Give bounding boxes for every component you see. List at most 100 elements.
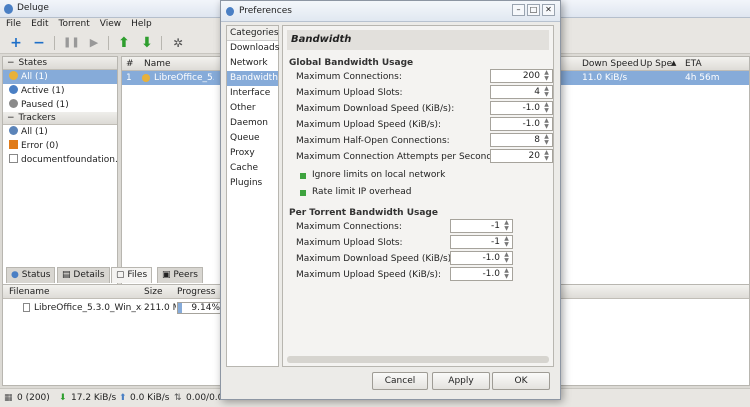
spin-arrows-icon[interactable]: ▲ ▼ [502,252,511,264]
global-connection-attempts-label: Maximum Connection Attempts per Second: [296,152,496,162]
global-max-connections-label: Maximum Connections: [296,72,402,82]
deluge-app-icon [226,7,234,16]
menu-file[interactable]: File [0,18,25,29]
file-row[interactable]: LibreOffice_5.3.0_Win_x86 211.0 M 9.14% [3,301,223,315]
category-network[interactable]: Network [227,56,278,71]
category-plugins[interactable]: Plugins [227,176,278,191]
tab-details[interactable]: ▤ Details [57,267,110,283]
torrent-state-icon [142,74,150,82]
rate-limit-ip-overhead-checkbox[interactable] [300,190,306,196]
file-progress-text: 9.14% [191,303,220,313]
active-icon [9,85,18,94]
col-name[interactable]: Name [144,59,171,69]
preferences-button[interactable]: ✲ [170,35,186,51]
sidebar-item-all[interactable]: All (1) [3,70,117,84]
category-downloads[interactable]: Downloads [227,41,279,56]
protocol-traffic-icon: ⇅ [174,393,182,403]
apply-button[interactable]: Apply [432,372,490,390]
states-header[interactable]: − States [3,57,117,70]
global-max-connections-spin[interactable]: 200 ▲ ▼ [490,69,553,83]
ignore-local-limits-label[interactable]: Ignore limits on local network [312,170,445,180]
sidebar-item-active[interactable]: Active (1) [3,84,117,98]
category-bandwidth[interactable]: Bandwidth [227,71,278,86]
spin-arrows-icon[interactable]: ▲ ▼ [542,134,551,146]
spin-arrows-icon[interactable]: ▲ ▼ [542,102,551,114]
rate-limit-ip-overhead-label[interactable]: Rate limit IP overhead [312,187,411,197]
col-num[interactable]: # [126,59,134,69]
categories-list: Categories Downloads Network Bandwidth I… [226,25,279,367]
global-max-upload-speed-label: Maximum Upload Speed (KiB/s): [296,120,442,130]
col-size[interactable]: Size [144,287,162,297]
col-progress[interactable]: Progress [177,287,215,297]
sidebar: − States All (1) Active (1) Paused (1) − T… [2,56,118,288]
toolbar-separator [161,36,162,50]
spin-arrows-icon[interactable]: ▲ ▼ [502,268,511,280]
global-max-upload-slots-spin[interactable]: 4 ▲ ▼ [490,85,553,99]
category-other[interactable]: Other [227,101,278,116]
tracker-item-documentfoundation[interactable]: documentfoundation.org [3,153,117,167]
sidebar-item-paused[interactable]: Paused (1) [3,98,117,112]
upload-speed[interactable]: 0.0 KiB/s [130,393,169,403]
global-connection-attempts-spin[interactable]: 20 ▲ ▼ [490,149,553,163]
category-cache[interactable]: Cache [227,161,278,176]
deluge-app-icon [4,4,13,14]
file-progress-bar: 9.14% [177,302,223,314]
download-speed-icon: ⬇ [59,393,67,403]
global-max-upload-speed-spin[interactable]: -1.0 ▲ ▼ [490,117,553,131]
menu-torrent[interactable]: Torrent [53,18,94,29]
spin-arrows-icon[interactable]: ▲ ▼ [542,118,551,130]
tab-status[interactable]: ● Status [6,267,56,283]
resume-button[interactable]: ▶ [86,35,102,51]
ignore-local-limits-checkbox[interactable] [300,173,306,179]
col-up-speed[interactable]: Up Spe [640,59,672,69]
global-section-title: Global Bandwidth Usage [289,58,414,68]
add-torrent-button[interactable]: + [8,35,24,51]
tracker-item-all[interactable]: All (1) [3,125,117,139]
category-daemon[interactable]: Daemon [227,116,278,131]
col-filename[interactable]: Filename [9,287,50,297]
horizontal-scrollbar[interactable] [287,356,549,363]
col-eta[interactable]: ETA [685,59,702,69]
menu-view[interactable]: View [94,18,125,29]
torrent-down-speed: 11.0 KiB/s [582,73,628,83]
tab-files[interactable]: ▢ Files [111,267,153,283]
category-proxy[interactable]: Proxy [227,146,278,161]
minimize-button[interactable]: – [512,4,525,16]
upload-speed-icon: ⬆ [119,393,127,403]
menu-help[interactable]: Help [125,18,156,29]
toolbar-separator [108,36,109,50]
spin-arrows-icon[interactable]: ▲ ▼ [542,86,551,98]
tracker-item-error[interactable]: Error (0) [3,139,117,153]
torrent-max-upload-slots-spin[interactable]: -1 ▲ ▼ [450,235,513,249]
torrent-eta: 4h 56m [685,73,720,83]
spin-arrows-icon[interactable]: ▲ ▼ [502,236,511,248]
trackers-header[interactable]: − Trackers [3,112,117,125]
close-button[interactable]: ✕ [542,4,555,16]
peers-icon: ▣ [162,270,171,280]
pause-button[interactable]: ❚❚ [63,35,80,51]
connections-count[interactable]: 0 (200) [17,393,50,403]
torrent-max-download-speed-spin[interactable]: -1.0 ▲ ▼ [450,251,513,265]
tab-peers[interactable]: ▣ Peers [157,267,203,283]
collapse-icon: − [7,58,15,68]
category-interface[interactable]: Interface [227,86,278,101]
queue-down-button[interactable]: ⬇ [139,35,155,51]
torrent-max-upload-slots-label: Maximum Upload Slots: [296,238,403,248]
torrent-max-upload-speed-spin[interactable]: -1.0 ▲ ▼ [450,267,513,281]
maximize-button[interactable]: □ [527,4,540,16]
protocol-traffic[interactable]: 0.00/0.0 [186,393,223,403]
remove-torrent-button[interactable]: − [31,35,47,51]
cancel-button[interactable]: Cancel [372,372,428,390]
col-down-speed[interactable]: Down Speed [582,59,639,69]
spin-arrows-icon[interactable]: ▲ ▼ [542,70,551,82]
spin-arrows-icon[interactable]: ▲ ▼ [542,150,551,162]
torrent-max-connections-spin[interactable]: -1 ▲ ▼ [450,219,513,233]
ok-button[interactable]: OK [492,372,550,390]
download-speed[interactable]: 17.2 KiB/s [71,393,116,403]
global-max-download-speed-spin[interactable]: -1.0 ▲ ▼ [490,101,553,115]
global-half-open-spin[interactable]: 8 ▲ ▼ [490,133,553,147]
category-queue[interactable]: Queue [227,131,278,146]
spin-arrows-icon[interactable]: ▲ ▼ [502,220,511,232]
menu-edit[interactable]: Edit [25,18,52,29]
queue-up-button[interactable]: ⬆ [116,35,132,51]
